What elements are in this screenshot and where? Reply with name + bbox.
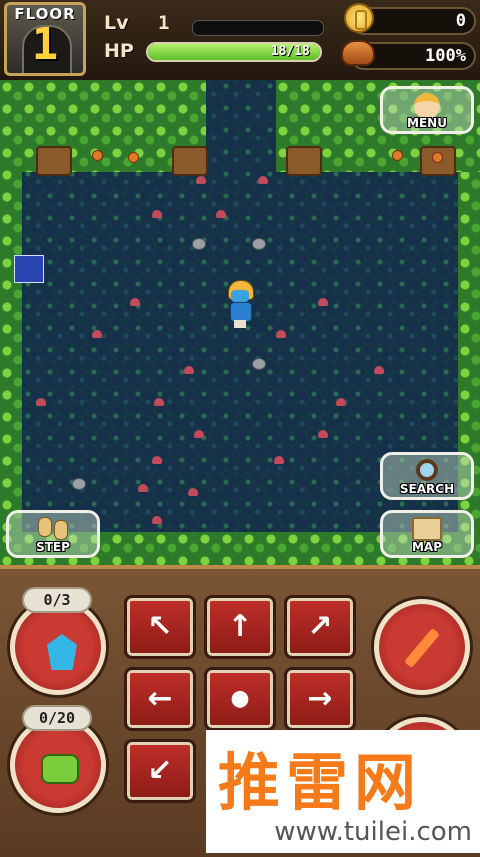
fruit (432, 152, 443, 163)
floor-indicator: FLOOR 1 (4, 2, 86, 76)
coin-icon (344, 3, 374, 33)
tree-trunk (286, 146, 322, 176)
arrow-up-left-icon: ↖ (147, 609, 173, 644)
minimap-marker (14, 255, 44, 283)
mushroom (318, 430, 328, 438)
rock (192, 238, 206, 250)
mushroom (184, 366, 194, 374)
mushroom (276, 330, 286, 338)
mushroom (216, 210, 226, 218)
mushroom (36, 398, 46, 406)
food-value: 100% (425, 46, 466, 66)
arrow-right-icon: → (307, 681, 333, 716)
magnifier-icon (416, 459, 438, 481)
mushroom (152, 210, 162, 218)
experience-bar (192, 20, 324, 36)
bag-counter: 0/20 (22, 705, 92, 731)
dpad-right[interactable]: → (284, 667, 356, 731)
tree-trunk (36, 146, 72, 176)
search-button-label: SEARCH (399, 482, 455, 496)
map-button[interactable]: MAP (380, 510, 474, 558)
sword-icon (404, 627, 440, 669)
top-hud: FLOOR 1 Lv 1 HP 18/18 0 100% (0, 0, 480, 83)
rock (252, 358, 266, 370)
mushroom (258, 176, 268, 184)
bag-button[interactable] (10, 717, 106, 813)
arrow-up-right-icon: ↗ (307, 609, 333, 644)
arrow-left-icon: ← (147, 681, 173, 716)
crystal-counter: 0/3 (22, 587, 92, 613)
mushroom (138, 484, 148, 492)
map-button-label: MAP (411, 540, 443, 554)
level-label: Lv (104, 12, 129, 34)
hp-value: 18/18 (270, 44, 310, 59)
mushroom (188, 488, 198, 496)
mushroom (318, 298, 328, 306)
menu-button-label: MENU (407, 116, 447, 130)
mushroom (152, 456, 162, 464)
arrow-down-left-icon: ↙ (147, 753, 173, 788)
mushroom (130, 298, 140, 306)
step-button[interactable]: STEP (6, 510, 100, 558)
footprints-icon (36, 517, 70, 540)
dpad-up-right[interactable]: ↗ (284, 595, 356, 659)
tree-trunk (172, 146, 208, 176)
mushroom (154, 398, 164, 406)
fruit (128, 152, 139, 163)
gold-value: 0 (455, 11, 466, 31)
fruit (392, 150, 403, 161)
mushroom (374, 366, 384, 374)
arrow-up-icon: ↑ (227, 609, 253, 644)
mushroom (274, 456, 284, 464)
mushroom (92, 330, 102, 338)
dpad-left[interactable]: ← (124, 667, 196, 731)
player-character (222, 280, 258, 328)
mushroom (194, 430, 204, 438)
mushroom (336, 398, 346, 406)
dpad-up[interactable]: ↑ (204, 595, 276, 659)
watermark-url: www.tuilei.com (274, 817, 472, 847)
watermark: 推雷网 www.tuilei.com (206, 730, 480, 853)
search-button[interactable]: SEARCH (380, 452, 474, 500)
attack-button[interactable] (374, 599, 470, 695)
rock (72, 478, 86, 490)
watermark-logo: 推雷网 (218, 746, 423, 819)
menu-button[interactable]: MENU (380, 86, 474, 134)
crystal-item-button[interactable] (10, 599, 106, 695)
dot-icon: ● (230, 686, 250, 711)
dpad-down-left[interactable]: ↙ (124, 739, 196, 803)
hp-bar: 18/18 (146, 42, 322, 62)
scroll-map-icon (412, 517, 442, 541)
dpad-up-left[interactable]: ↖ (124, 595, 196, 659)
fruit (92, 150, 103, 161)
mushroom (196, 176, 206, 184)
mushroom (152, 516, 162, 524)
level-value: 1 (158, 12, 170, 34)
hp-label: HP (104, 40, 134, 62)
rock (252, 238, 266, 250)
bread-icon (341, 40, 375, 66)
backpack-icon (41, 754, 79, 784)
dungeon-map[interactable]: MENU SEARCH STEP MAP (0, 80, 480, 565)
crystal-icon (47, 634, 77, 670)
step-button-label: STEP (36, 540, 70, 554)
floor-number: 1 (31, 19, 59, 70)
dpad-wait[interactable]: ● (204, 667, 276, 731)
